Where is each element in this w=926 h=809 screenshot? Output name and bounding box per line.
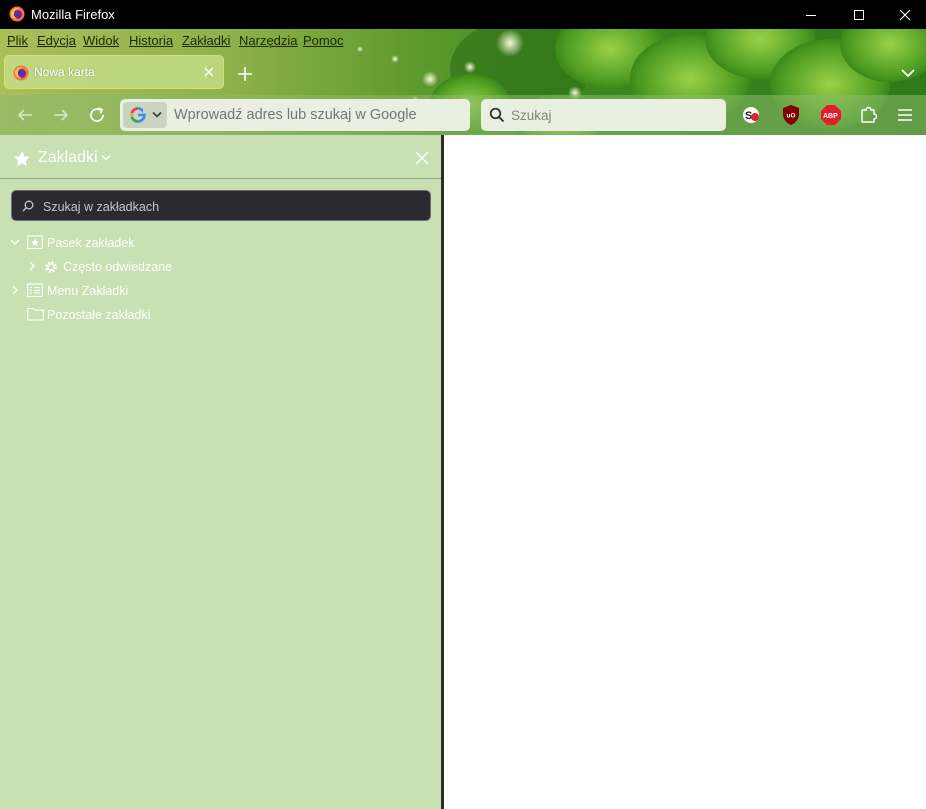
navigation-toolbar: Szukaj S uO ABP — [0, 95, 926, 135]
search-bar[interactable]: Szukaj — [481, 99, 726, 131]
bookmarks-search-placeholder: Szukaj w zakładkach — [43, 200, 160, 214]
tree-item-label: Pozostałe zakładki — [47, 308, 151, 322]
sidebar-header: Zakładki — [0, 135, 441, 179]
search-icon — [489, 107, 505, 123]
menu-pomoc[interactable]: Pomoc — [303, 33, 343, 48]
menu-bar: Plik Edycja Widok Historia Zakładki Narz… — [0, 29, 400, 51]
tab-close-icon[interactable] — [201, 64, 217, 80]
ublock-origin-icon[interactable]: uO — [780, 104, 802, 126]
extensions-puzzle-icon[interactable] — [858, 104, 880, 126]
sidebar-close-icon[interactable] — [415, 151, 429, 165]
tab-label: Nowa karta — [34, 65, 95, 79]
folder-icon — [27, 307, 44, 321]
search-icon — [22, 200, 34, 212]
menu-historia[interactable]: Historia — [129, 33, 173, 48]
gear-icon — [45, 261, 57, 273]
hamburger-menu-icon[interactable] — [894, 104, 916, 126]
tree-item-pozostale-zakladki[interactable]: Pozostałe zakładki — [0, 304, 441, 326]
minimize-icon — [806, 14, 816, 16]
tree-item-pasek-zakladek[interactable]: Pasek zakładek — [0, 232, 441, 254]
chevron-down-icon[interactable] — [10, 237, 20, 247]
firefox-logo-icon — [13, 65, 29, 81]
svg-text:uO: uO — [787, 113, 796, 120]
menu-edycja[interactable]: Edycja — [37, 33, 76, 48]
stack-overflow-ext-icon[interactable]: S — [740, 104, 762, 126]
close-icon — [899, 9, 911, 20]
chevron-right-icon[interactable] — [27, 261, 37, 271]
tree-item-menu-zakladki[interactable]: Menu Zakładki — [0, 280, 441, 302]
window-title: Mozilla Firefox — [31, 7, 115, 22]
chevron-down-icon[interactable] — [101, 154, 111, 162]
adblock-plus-icon[interactable]: ABP — [820, 104, 842, 126]
firefox-logo-icon — [9, 6, 25, 22]
maximize-icon — [854, 9, 864, 20]
bookmarks-toolbar-folder-icon — [27, 235, 43, 250]
tree-item-czesto-odwiedzane[interactable]: Często odwiedzane — [0, 256, 441, 278]
new-tab-plus-icon[interactable] — [235, 64, 255, 84]
page-content-area[interactable] — [444, 135, 926, 809]
window-titlebar: Mozilla Firefox — [0, 0, 926, 29]
menu-narzedzia[interactable]: Narzędzia — [239, 33, 298, 48]
bookmarks-search-field[interactable]: Szukaj w zakładkach — [11, 190, 431, 221]
window-close-button[interactable] — [882, 0, 926, 29]
arrow-left-icon — [17, 109, 32, 121]
menu-zakladki[interactable]: Zakładki — [182, 33, 230, 48]
menu-plik[interactable]: Plik — [7, 33, 28, 48]
tree-item-label: Menu Zakładki — [47, 284, 129, 298]
sidebar-title[interactable]: Zakładki — [38, 149, 98, 167]
list-all-tabs-chevron-icon[interactable] — [898, 63, 918, 83]
menu-widok[interactable]: Widok — [83, 33, 119, 48]
bookmarks-sidebar: Zakładki Szukaj w zakładkach Pasek zakła… — [0, 135, 441, 809]
svg-text:ABP: ABP — [823, 113, 838, 120]
forward-button[interactable] — [49, 103, 73, 127]
arrow-right-icon — [54, 109, 69, 121]
star-icon — [14, 151, 30, 167]
address-bar[interactable] — [120, 99, 470, 131]
tab-strip: Nowa karta — [0, 51, 926, 95]
tree-item-label: Często odwiedzane — [63, 260, 173, 274]
chevron-down-icon — [152, 111, 162, 118]
back-button[interactable] — [13, 103, 37, 127]
chevron-right-icon[interactable] — [10, 285, 20, 295]
search-input[interactable]: Szukaj — [511, 108, 552, 123]
tree-item-label: Pasek zakładek — [47, 236, 135, 250]
url-input[interactable] — [174, 107, 464, 123]
search-engine-selector[interactable] — [123, 102, 167, 128]
tab-new-tab[interactable]: Nowa karta — [4, 55, 224, 89]
reload-icon — [90, 107, 104, 122]
reload-button[interactable] — [85, 103, 109, 127]
bookmarks-menu-folder-icon — [27, 283, 43, 298]
maximize-button[interactable] — [836, 0, 882, 29]
minimize-button[interactable] — [788, 0, 834, 29]
